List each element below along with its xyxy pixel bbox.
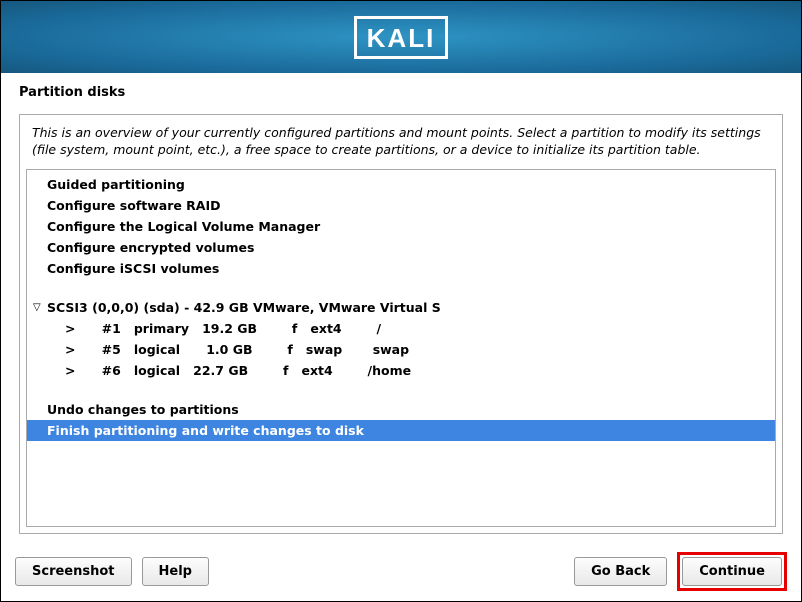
part-type: logical: [134, 342, 180, 357]
part-fs: ext4: [310, 321, 341, 336]
part-type: logical: [134, 363, 180, 378]
disk-header-text: SCSI3 (0,0,0) (sda) - 42.9 GB VMware, VM…: [47, 300, 441, 315]
menu-configure-raid[interactable]: Configure software RAID: [27, 195, 775, 216]
partition-row-2[interactable]: > #5 logical 1.0 GB f swap swap: [27, 339, 775, 360]
disk-header[interactable]: ▽ SCSI3 (0,0,0) (sda) - 42.9 GB VMware, …: [27, 297, 775, 318]
button-bar: Screenshot Help Go Back Continue: [1, 544, 801, 601]
continue-button[interactable]: Continue: [682, 557, 782, 586]
partition-list[interactable]: Guided partitioning Configure software R…: [26, 169, 776, 527]
continue-highlight: Continue: [677, 552, 787, 591]
part-flag: f: [283, 363, 288, 378]
menu-undo-changes[interactable]: Undo changes to partitions: [27, 399, 775, 420]
header-banner: KALI: [1, 1, 801, 73]
part-mount: /home: [368, 363, 412, 378]
main-panel: This is an overview of your currently co…: [19, 114, 783, 534]
part-num: #1: [102, 321, 121, 336]
part-marker: >: [65, 342, 75, 357]
part-flag: f: [287, 342, 292, 357]
help-button[interactable]: Help: [142, 557, 209, 586]
part-num: #5: [102, 342, 121, 357]
part-size: 1.0 GB: [206, 342, 252, 357]
part-type: primary: [134, 321, 189, 336]
part-size: 19.2 GB: [202, 321, 257, 336]
menu-configure-lvm[interactable]: Configure the Logical Volume Manager: [27, 216, 775, 237]
part-size: 22.7 GB: [193, 363, 248, 378]
kali-logo-text: KALI: [367, 23, 436, 54]
description-text: This is an overview of your currently co…: [20, 115, 782, 169]
spacer: [27, 279, 775, 297]
part-fs: ext4: [301, 363, 332, 378]
go-back-button[interactable]: Go Back: [574, 557, 667, 586]
part-flag: f: [292, 321, 297, 336]
spacer: [27, 381, 775, 399]
disclosure-triangle-icon[interactable]: ▽: [33, 302, 43, 313]
menu-guided-partitioning[interactable]: Guided partitioning: [27, 174, 775, 195]
page-title: Partition disks: [19, 85, 783, 100]
part-marker: >: [65, 363, 75, 378]
part-mount: /: [376, 321, 381, 336]
part-mount: swap: [373, 342, 409, 357]
partition-row-1[interactable]: > #1 primary 19.2 GB f ext4 /: [27, 318, 775, 339]
menu-configure-encrypted[interactable]: Configure encrypted volumes: [27, 237, 775, 258]
kali-logo: KALI: [354, 16, 449, 59]
part-num: #6: [102, 363, 121, 378]
menu-configure-iscsi[interactable]: Configure iSCSI volumes: [27, 258, 775, 279]
part-marker: >: [65, 321, 75, 336]
screenshot-button[interactable]: Screenshot: [15, 557, 132, 586]
partition-row-3[interactable]: > #6 logical 22.7 GB f ext4 /home: [27, 360, 775, 381]
menu-finish-partitioning[interactable]: Finish partitioning and write changes to…: [27, 420, 775, 441]
content-area: Partition disks This is an overview of y…: [1, 73, 801, 544]
part-fs: swap: [306, 342, 342, 357]
